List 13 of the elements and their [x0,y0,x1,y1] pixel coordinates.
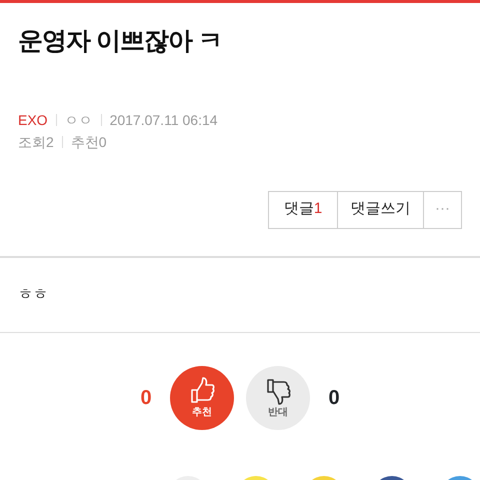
post-title: 운영자 이쁘잖아 ㅋ [18,26,223,57]
downvote-count: 0 [327,386,341,411]
downvote-button[interactable]: 반대 [246,366,310,430]
view-count: 조회2 [18,134,54,150]
board-link[interactable]: EXO [18,112,48,128]
upvote-count: 0 [139,386,153,411]
author-name: ㅇㅇ [64,112,93,128]
thumbs-down-icon [265,376,291,404]
upvote-button[interactable]: 추천 [170,366,234,430]
post-date: 2017.07.11 06:14 [110,112,218,128]
recommend-count: 추천0 [70,134,107,150]
post-body: ㅎㅎ [17,284,49,304]
thumbs-up-icon [189,376,215,404]
